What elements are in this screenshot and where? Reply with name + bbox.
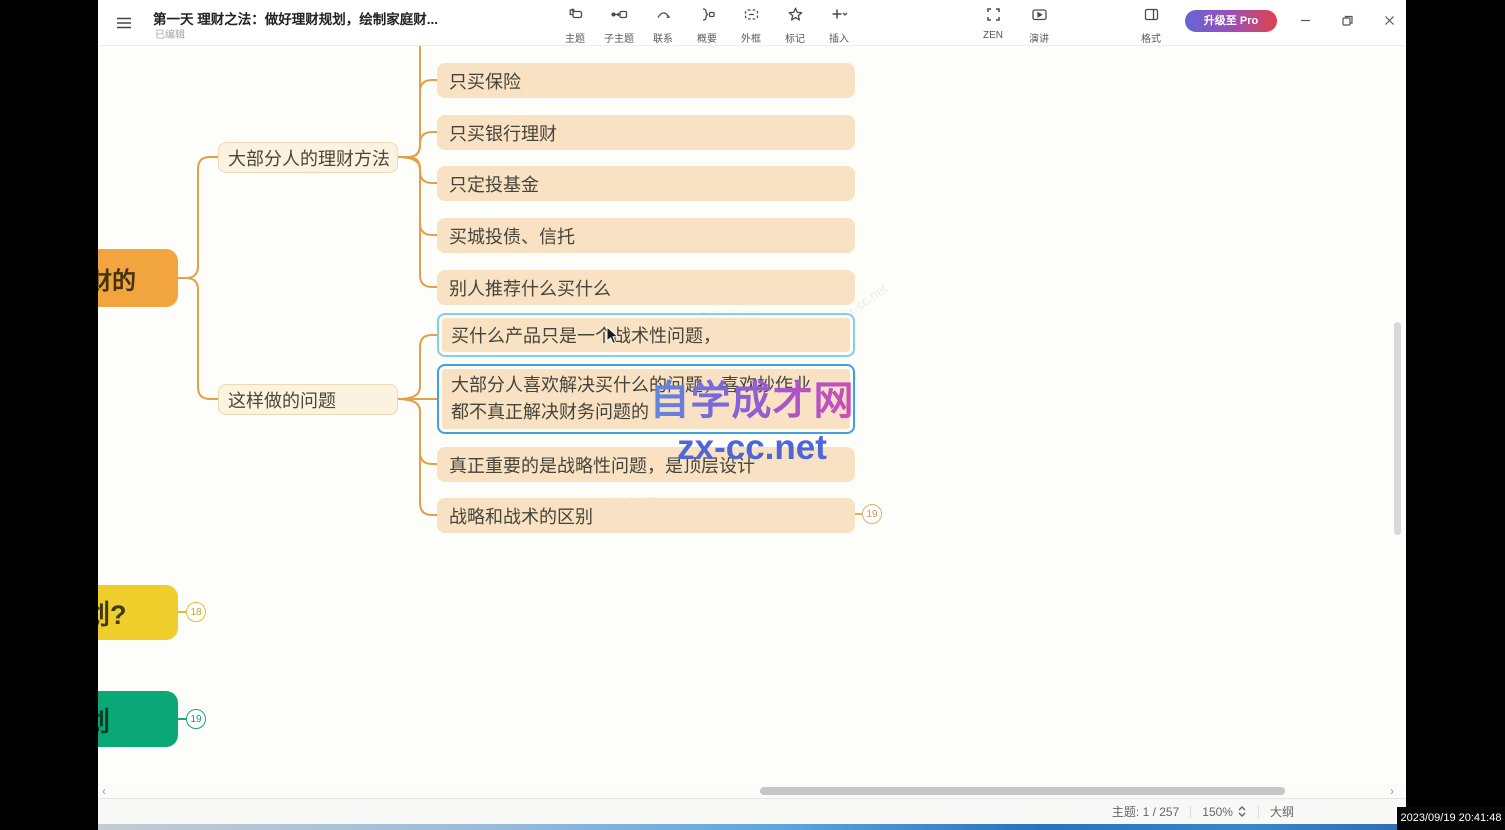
document-edit-state: 已编辑 <box>155 26 185 41</box>
statusbar-divider <box>1258 806 1259 818</box>
child-node[interactable]: 买城投债、信托 <box>437 218 855 253</box>
zoom-level: 150% <box>1202 805 1233 819</box>
play-icon <box>1031 6 1048 28</box>
scroll-left-arrow[interactable]: ‹ <box>102 784 106 798</box>
topic-icon <box>567 6 584 28</box>
subtopic-button[interactable]: 子主题 <box>600 6 638 45</box>
toolbar-center: 主题 子主题 联系 概要 <box>556 6 858 45</box>
zoom-stepper-icon <box>1237 805 1247 818</box>
zen-mode-button[interactable]: ZEN <box>974 6 1012 45</box>
mindmap-canvas[interactable]: 自学成才网 zx-cc.net zx-cc.net 自学成才网 zx-cc.ne… <box>98 46 1406 784</box>
horizontal-scrollbar-thumb[interactable] <box>760 787 1285 795</box>
child-node-label: 只买保险 <box>449 68 521 94</box>
side-node-yellow[interactable]: 划? <box>98 585 178 640</box>
child-node-label: 战略和战术的区别 <box>449 503 593 529</box>
zoom-control[interactable]: 150% <box>1202 805 1247 819</box>
branch-node-label: 大部分人的理财方法 <box>228 145 390 171</box>
count-badge-yellow[interactable]: 18 <box>186 602 206 622</box>
child-node-label: 买城投债、信托 <box>449 223 575 249</box>
format-button[interactable]: 格式 <box>1132 6 1170 45</box>
zen-label: ZEN <box>983 30 1003 41</box>
root-node-label: 财的 <box>98 261 136 296</box>
child-node[interactable]: 别人推荐什么买什么 <box>437 270 855 305</box>
horizontal-scrollbar[interactable]: ‹ › <box>98 784 1406 798</box>
child-node-selected[interactable]: 买什么产品只是一个战术性问题， <box>437 313 855 357</box>
child-node[interactable]: 战略和战术的区别 <box>437 498 855 533</box>
boundary-label: 外框 <box>741 30 761 45</box>
branch-node-problems[interactable]: 这样做的问题 <box>218 384 398 415</box>
app-window: 第一天 理财之法：做好理财规划，绘制家庭财... 已编辑 主题 子主题 联系 <box>98 0 1406 830</box>
side-node-label: 划 <box>98 700 110 739</box>
statusbar-divider <box>1190 806 1191 818</box>
child-node-label: 买什么产品只是一个战术性问题， <box>451 322 721 348</box>
child-node[interactable]: 只买保险 <box>437 63 855 98</box>
zen-brackets-icon <box>985 6 1002 28</box>
relation-label: 联系 <box>653 30 673 45</box>
minimize-button[interactable] <box>1290 0 1320 40</box>
toolbar-right: ZEN 演讲 <box>974 6 1058 45</box>
summary-label: 概要 <box>697 30 717 45</box>
boundary-button[interactable]: 外框 <box>732 6 770 45</box>
restore-button[interactable] <box>1332 0 1362 40</box>
child-node-selected[interactable]: 大部分人喜欢解决买什么的问题，喜欢抄作业 都不真正解决财务问题的 <box>437 364 855 434</box>
marker-star-icon <box>787 6 804 28</box>
outline-button[interactable]: 大纲 <box>1270 803 1294 820</box>
relation-button[interactable]: 联系 <box>644 6 682 45</box>
side-node-green[interactable]: 划 <box>98 691 178 747</box>
status-bar: 主题: 1 / 257 150% 大纲 <box>98 798 1406 824</box>
child-node[interactable]: 只定投基金 <box>437 166 855 201</box>
summary-button[interactable]: 概要 <box>688 6 726 45</box>
summary-icon <box>699 6 716 28</box>
branch-node-label: 这样做的问题 <box>228 387 336 413</box>
topic-button[interactable]: 主题 <box>556 6 594 45</box>
mindmap-root-node[interactable]: 财的 <box>98 249 178 307</box>
child-node-label: 别人推荐什么买什么 <box>449 275 611 301</box>
scroll-right-arrow[interactable]: › <box>1390 784 1394 798</box>
document-title: 第一天 理财之法：做好理财规划，绘制家庭财... <box>153 8 438 28</box>
format-panel-icon <box>1143 6 1160 28</box>
close-button[interactable] <box>1374 0 1404 40</box>
side-node-label: 划? <box>98 593 127 632</box>
title-bar: 第一天 理财之法：做好理财规划，绘制家庭财... 已编辑 主题 子主题 联系 <box>98 0 1406 46</box>
insert-button[interactable]: 插入 <box>820 6 858 45</box>
present-label: 演讲 <box>1029 30 1049 45</box>
present-button[interactable]: 演讲 <box>1020 6 1058 45</box>
insert-plus-icon <box>831 6 848 28</box>
child-node[interactable]: 只买银行理财 <box>437 115 855 150</box>
relation-icon <box>655 6 672 28</box>
upgrade-pro-button[interactable]: 升级至 Pro <box>1185 10 1277 32</box>
child-node-label: 只定投基金 <box>449 171 539 197</box>
taskbar-edge-strip <box>98 824 1406 830</box>
child-node[interactable]: 真正重要的是战略性问题，是顶层设计 <box>437 447 855 482</box>
child-node-label: 大部分人喜欢解决买什么的问题，喜欢抄作业 都不真正解决财务问题的 <box>451 372 811 426</box>
child-node-label: 真正重要的是战略性问题，是顶层设计 <box>449 452 755 478</box>
subtopic-icon <box>611 6 628 28</box>
boundary-icon <box>743 6 760 28</box>
subtopic-label: 子主题 <box>604 30 634 45</box>
recording-timestamp: 2023/09/19 20:41:48 <box>1397 807 1505 830</box>
topic-label: 主题 <box>565 30 585 45</box>
branch-node-methods[interactable]: 大部分人的理财方法 <box>218 142 398 173</box>
marker-button[interactable]: 标记 <box>776 6 814 45</box>
marker-label: 标记 <box>785 30 805 45</box>
topic-counter: 主题: 1 / 257 <box>1112 803 1179 820</box>
child-node-label: 只买银行理财 <box>449 120 557 146</box>
format-label: 格式 <box>1141 30 1161 45</box>
summary-count-badge[interactable]: 19 <box>862 504 882 524</box>
insert-label: 插入 <box>829 30 849 45</box>
hamburger-menu-icon[interactable] <box>114 13 134 33</box>
count-badge-green[interactable]: 19 <box>186 709 206 729</box>
vertical-scrollbar-thumb[interactable] <box>1394 322 1401 535</box>
